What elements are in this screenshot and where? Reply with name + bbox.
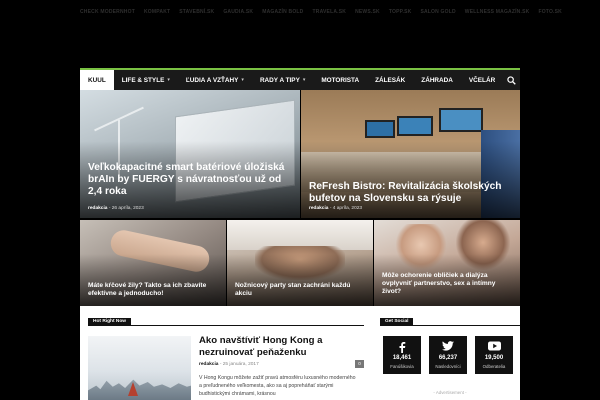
article-author[interactable]: redakcia [88,206,107,211]
chevron-down-icon: ▾ [167,77,170,83]
network-link[interactable]: NEWS.SK [355,6,380,18]
image-shade [227,254,373,306]
network-link[interactable]: KOMPAKT [144,6,170,18]
nav-label: VČELÁR [468,76,496,84]
twitter-icon [442,341,454,351]
advertisement-label: - Advertisement - [433,390,467,395]
article-date: 25 januára, 2017 [222,362,259,367]
facebook-icon [399,342,406,353]
nav-item-zalesak[interactable]: ZÁLESÁK [367,70,413,90]
article-meta: redakcia - 4 apríla, 2023 [309,206,362,211]
article-date: 4 apríla, 2023 [332,206,363,211]
featured-article-kidney[interactable]: Môže ochorenie obličiek a dialýza ovplyv… [374,220,520,306]
social-label: Fanúšikovia [390,364,414,369]
youtube-icon [487,341,501,351]
nav-item-motorista[interactable]: MOTORISTA [313,70,367,90]
social-label: Odberatelia [482,364,506,369]
nav-label: ĽUDIA A VZŤAHY [185,76,239,84]
nav-label: RADY A TIPY [259,76,300,84]
divider [88,325,364,326]
tv-screen-image [365,120,395,138]
chevron-down-icon: ▾ [302,77,306,83]
featured-article-battery[interactable]: Veľkokapacitné smart batériové úložiská … [80,90,300,218]
article-title[interactable]: Máte kŕčové žily? Takto sa ich zbavíte e… [88,282,218,298]
article-author[interactable]: redakcia [309,206,328,211]
network-link[interactable]: STAVEBNÍ.SK [179,6,214,18]
network-links-bar: CHECK MODERNHOT KOMPAKT STAVEBNÍ.SK GAUD… [80,6,562,18]
chevron-down-icon: ▾ [241,77,244,83]
main-navigation: KUUL LIFE & STYLE ▾ ĽUDIA A VZŤAHY ▾ RADY … [80,68,520,90]
nav-label: KUUL [88,76,106,84]
article-title[interactable]: Ako navštíviť Hong Kong a nezruinovať pe… [199,335,349,358]
featured-article-bistro[interactable]: ReFresh Bistro: Revitalizácia školských … [301,90,520,218]
social-label: Nasledovníci [435,364,461,369]
article-author[interactable]: redakcia [199,362,218,367]
twitter-counter[interactable]: 66,237 Nasledovníci [429,336,467,374]
article-title[interactable]: ReFresh Bistro: Revitalizácia školských … [309,181,512,205]
social-count: 66,237 [438,355,458,361]
nav-item-life-style[interactable]: LIFE & STYLE ▾ [114,70,178,90]
article-date: 26 apríla, 2023 [111,206,144,211]
comment-count-badge[interactable]: 0 [355,360,364,368]
network-link[interactable]: WELLNESS MAGAZÍN.SK [465,6,530,18]
content-area: Hot Right Now Ako navštíviť Hong Kong a … [80,306,520,400]
network-link[interactable]: FOTO.SK [538,6,562,18]
nav-label: LIFE & STYLE [121,76,165,84]
nav-item-zahrada[interactable]: ZÁHRADA [413,70,461,90]
nav-label: MOTORISTA [321,76,360,84]
skyline-image [88,379,191,400]
social-count: 19,500 [484,355,504,361]
divider [380,325,520,326]
separator: - [108,206,111,211]
social-count: 18,461 [392,355,412,361]
separator: - [219,362,222,367]
search-button[interactable] [503,70,520,90]
tv-screen-image [397,116,433,136]
network-link[interactable]: TOPP.SK [389,6,412,18]
network-link[interactable]: MAGAZÍN BOLD [262,6,303,18]
youtube-counter[interactable]: 19,500 Odberatelia [475,336,513,374]
image-shade [80,254,226,306]
nav-item-kuul[interactable]: KUUL [80,70,114,90]
tv-screen-image [439,108,483,132]
article-title[interactable]: Veľkokapacitné smart batériové úložiská … [88,162,292,198]
nav-label: ZÁLESÁK [375,76,406,84]
article-title[interactable]: Môže ochorenie obličiek a dialýza ovplyv… [382,272,512,295]
facebook-counter[interactable]: 18,461 Fanúšikovia [383,336,421,374]
article-meta: redakcia - 25 januára, 2017 [199,362,259,367]
network-link[interactable]: SALON GOLD [420,6,455,18]
featured-article-varicose[interactable]: Máte kŕčové žily? Takto sa ich zbavíte e… [80,220,226,306]
search-icon [507,75,516,85]
separator: - [329,206,332,211]
article-thumbnail[interactable] [88,336,191,400]
nav-item-vcelar[interactable]: VČELÁR [461,70,503,90]
nav-label: ZÁHRADA [421,76,453,84]
nav-item-ludia-a-vztahy[interactable]: ĽUDIA A VZŤAHY ▾ [178,70,252,90]
network-link[interactable]: TRAVELA.SK [313,6,347,18]
network-link[interactable]: CHECK MODERNHOT [80,6,135,18]
article-meta: redakcia - 26 apríla, 2023 [88,206,144,211]
article-excerpt: V Hong Kongu môžete zažiť pravú atmosfér… [199,375,356,398]
article-title[interactable]: Nožnicový party stan zachráni každú akci… [235,282,365,298]
network-link[interactable]: GAUDIA.SK [223,6,253,18]
nav-item-rady-a-tipy[interactable]: RADY A TIPY ▾ [252,70,313,90]
featured-article-party-tent[interactable]: Nožnicový party stan zachráni každú akci… [227,220,373,306]
